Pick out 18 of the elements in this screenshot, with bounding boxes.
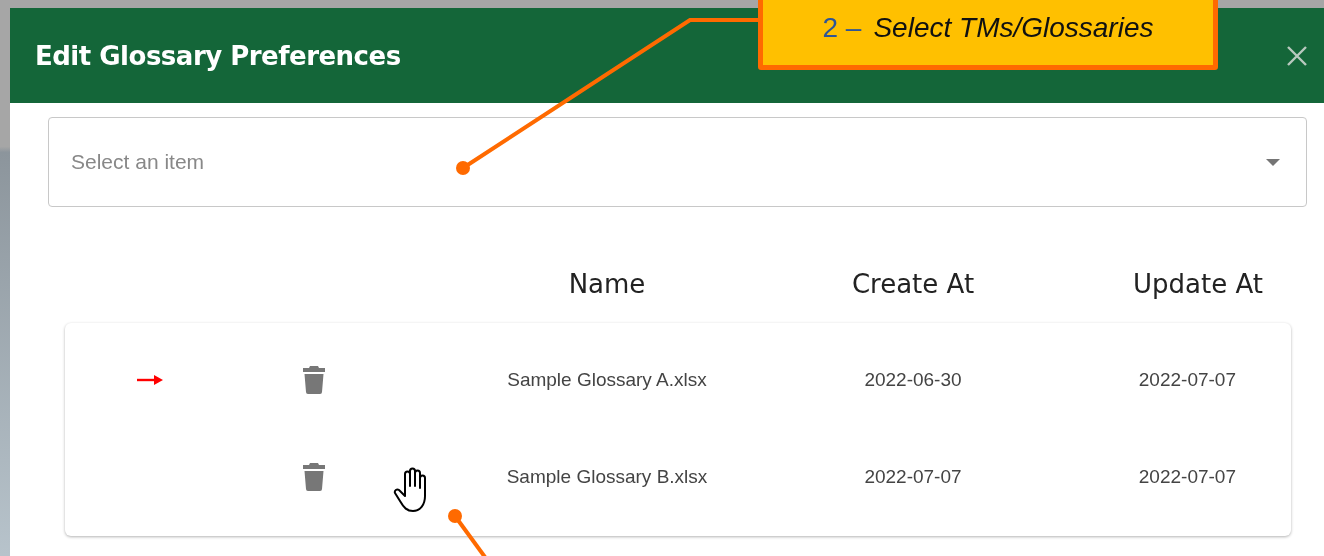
delete-icon[interactable] <box>303 462 325 491</box>
callout-text: Select TMs/Glossaries <box>873 12 1154 44</box>
delete-icon[interactable] <box>303 365 325 394</box>
item-select[interactable]: Select an item <box>48 117 1307 207</box>
step-number: 2 – <box>822 12 862 44</box>
table-cell-text: 2022-06-30 <box>863 368 963 391</box>
table-cell-text: Sample Glossary A.xlsx <box>506 368 708 391</box>
table-cell-text: 2022-07-07 <box>863 465 963 488</box>
column-header[interactable]: Name <box>393 269 821 299</box>
caret-icon <box>1266 158 1280 166</box>
column-header[interactable]: Update At <box>1005 269 1263 299</box>
table-cell-text: 2022-07-07 <box>1137 465 1236 488</box>
column-header[interactable]: Create At <box>821 269 1005 299</box>
close-icon[interactable] <box>1286 44 1308 67</box>
dialog-title: Edit Glossary Preferences <box>35 40 401 71</box>
hand-cursor-icon <box>393 467 426 512</box>
table-cell-text: Sample Glossary B.xlsx <box>505 465 709 488</box>
table-cell-text: 2022-07-07 <box>1137 368 1236 391</box>
